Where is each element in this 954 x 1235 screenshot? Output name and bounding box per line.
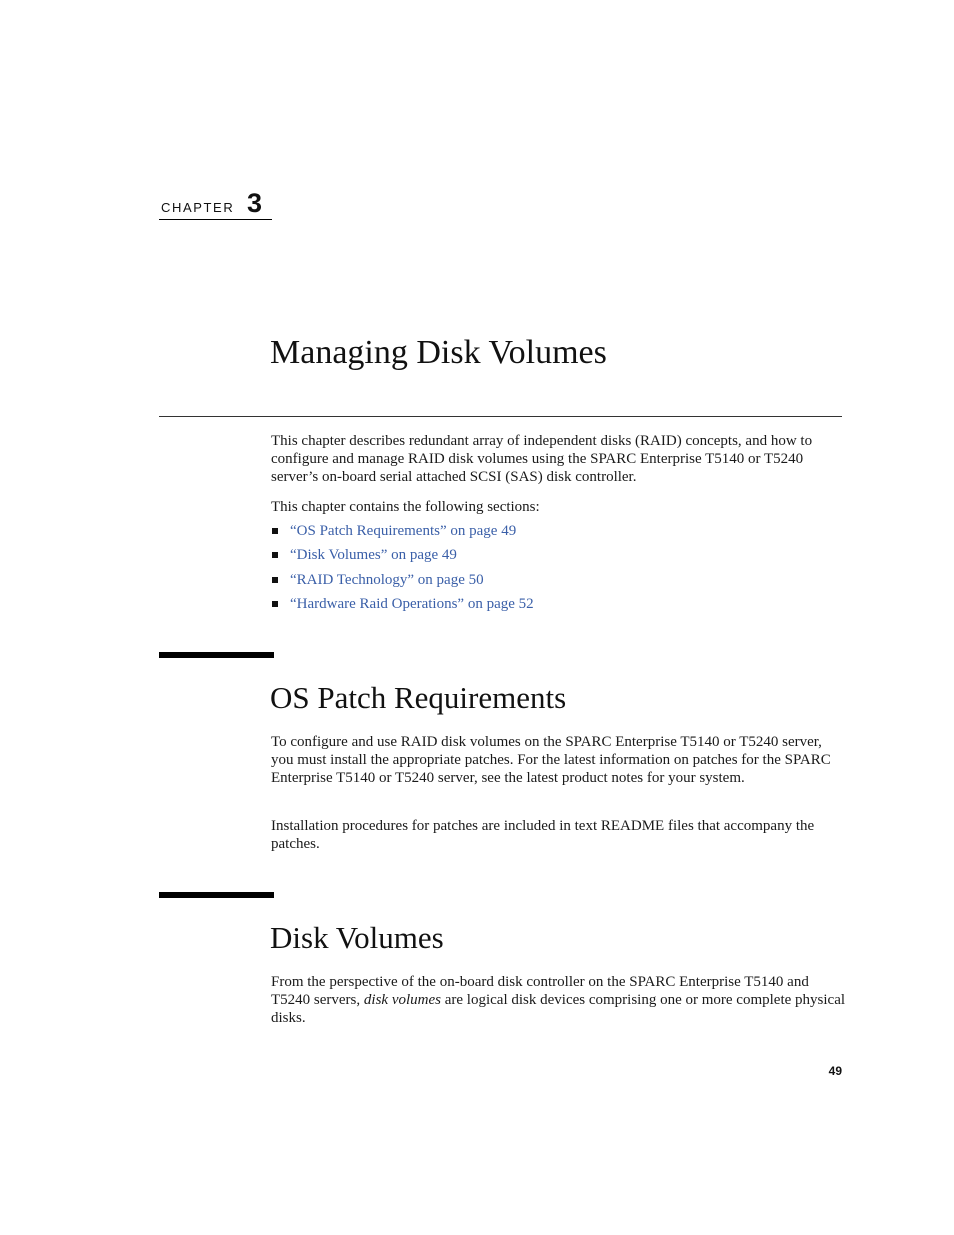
list-item: “OS Patch Requirements” on page 49: [271, 521, 534, 545]
intro-text: This chapter describes redundant array o…: [271, 433, 813, 485]
chapter-underline: [159, 219, 272, 220]
sections-lead-text: This chapter contains the following sect…: [271, 499, 540, 515]
os-patch-text-2: Installation procedures for patches are …: [271, 818, 815, 852]
link-raid-technology[interactable]: “RAID Technology” on page 50: [290, 572, 484, 588]
page-number: 49: [828, 1064, 842, 1078]
disk-volumes-text: From the perspective of the on-board dis…: [271, 973, 846, 1027]
disk-volumes-paragraph: From the perspective of the on-board dis…: [271, 973, 846, 1027]
bullet-icon: [272, 552, 278, 559]
emphasis-disk-volumes: disk volumes: [363, 992, 441, 1008]
chapter-title: Managing Disk Volumes: [270, 334, 607, 371]
list-item: “Hardware Raid Operations” on page 52: [271, 594, 534, 618]
os-patch-text-1: To configure and use RAID disk volumes o…: [271, 734, 831, 786]
bullet-icon: [272, 600, 278, 607]
section-links-list: “OS Patch Requirements” on page 49 “Disk…: [271, 521, 534, 618]
section-heading-disk-volumes: Disk Volumes: [270, 920, 444, 955]
os-patch-paragraph-1: To configure and use RAID disk volumes o…: [271, 733, 846, 787]
link-hardware-raid-operations[interactable]: “Hardware Raid Operations” on page 52: [290, 596, 534, 612]
os-patch-paragraph-2: Installation procedures for patches are …: [271, 817, 846, 853]
chapter-number: 3: [247, 188, 263, 218]
link-disk-volumes[interactable]: “Disk Volumes” on page 49: [290, 547, 457, 563]
intro-paragraph: This chapter describes redundant array o…: [271, 432, 846, 486]
chapter-label: CHAPTER: [161, 200, 235, 215]
title-divider: [159, 416, 842, 417]
section-heading-os-patch: OS Patch Requirements: [270, 680, 567, 715]
bullet-icon: [272, 528, 278, 534]
bullet-icon: [272, 576, 278, 583]
list-item: “RAID Technology” on page 50: [271, 570, 534, 594]
section-bar: [159, 652, 274, 658]
list-item: “Disk Volumes” on page 49: [271, 545, 534, 569]
link-os-patch-requirements[interactable]: “OS Patch Requirements” on page 49: [290, 523, 516, 539]
sections-lead: This chapter contains the following sect…: [271, 498, 846, 516]
section-bar: [159, 892, 274, 898]
